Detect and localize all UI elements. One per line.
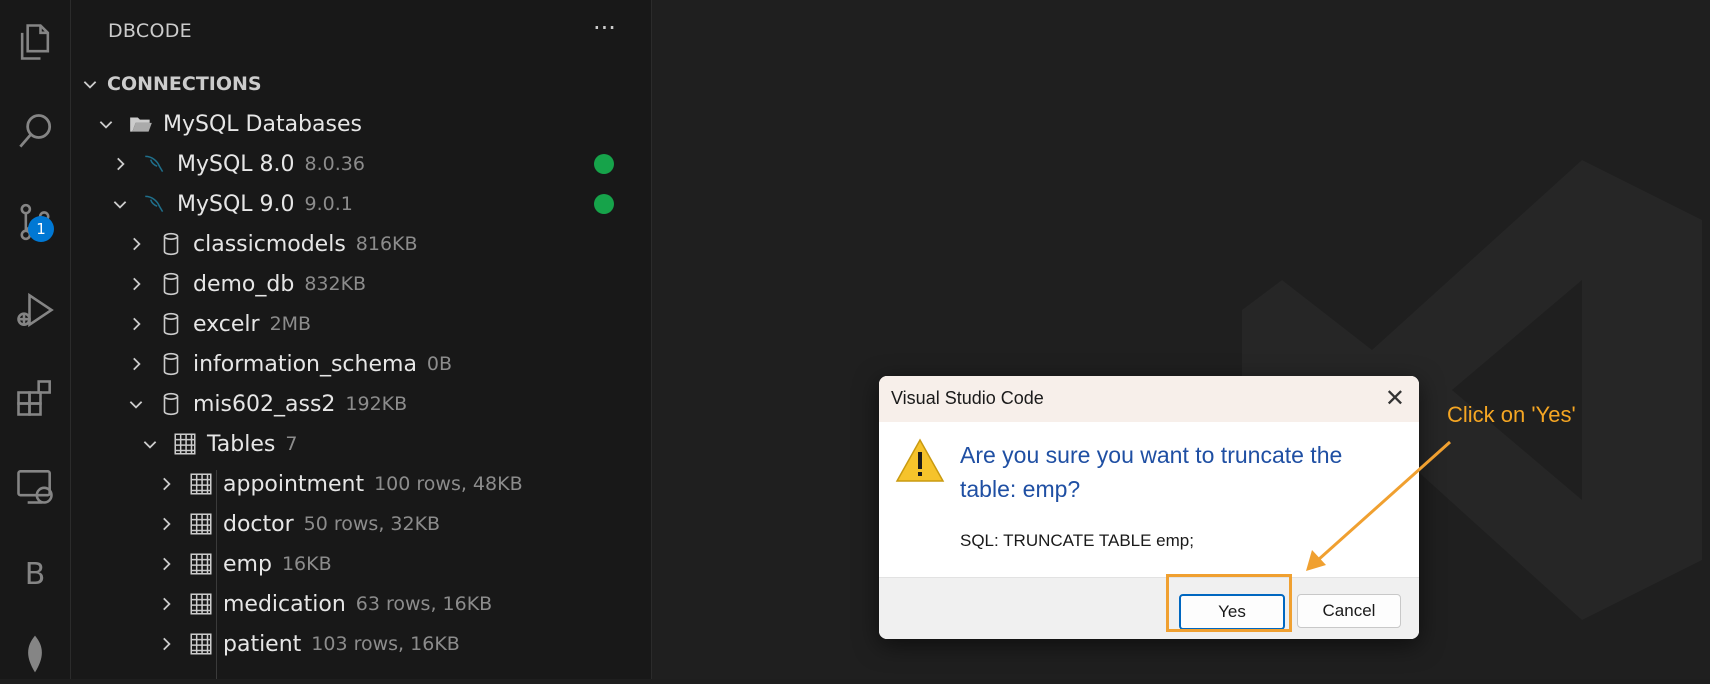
chevron-right-icon (155, 553, 177, 575)
database-item[interactable]: demo_db 832KB (71, 264, 705, 304)
table-grid-icon (185, 630, 217, 658)
chevron-down-icon (125, 393, 147, 415)
search-icon[interactable] (0, 102, 70, 162)
table-item[interactable]: medication 63 rows, 16KB (71, 584, 735, 624)
table-grid-icon (185, 510, 217, 538)
chevron-down-icon (139, 433, 161, 455)
database-icon (155, 390, 187, 418)
database-icon (155, 230, 187, 258)
annotation-callout: Click on 'Yes' (1447, 402, 1576, 427)
chevron-right-icon (125, 353, 147, 375)
chevron-right-icon (125, 313, 147, 335)
folder-open-icon (125, 110, 157, 138)
table-grid-icon (185, 590, 217, 618)
yes-button-highlight (1166, 574, 1292, 632)
database-item[interactable]: mis602_ass2 192KB (71, 384, 705, 424)
chevron-right-icon (155, 473, 177, 495)
explorer-icon[interactable] (0, 12, 70, 72)
chevron-right-icon (125, 273, 147, 295)
leaf-icon[interactable] (0, 624, 70, 684)
more-actions-icon[interactable]: ··· (593, 14, 616, 42)
mysql-dolphin-icon (139, 190, 171, 218)
database-icon (155, 350, 187, 378)
database-icon (155, 310, 187, 338)
tree-indent-guide (216, 470, 217, 679)
cancel-button[interactable]: Cancel (1297, 594, 1401, 628)
chevron-right-icon (125, 233, 147, 255)
chevron-down-icon (79, 73, 101, 95)
chevron-down-icon (95, 113, 117, 135)
connection-status-dot (594, 194, 614, 214)
database-item[interactable]: excelr 2MB (71, 304, 705, 344)
database-item[interactable]: classicmodels 816KB (71, 224, 705, 264)
sidebar-title: DBCODE (108, 20, 192, 42)
remote-explorer-icon[interactable] (0, 456, 70, 516)
connection-status-dot (594, 154, 614, 174)
dialog-sql: SQL: TRUNCATE TABLE emp; (960, 531, 1194, 550)
dialog-message: Are you sure you want to truncate the ta… (960, 442, 1343, 502)
tables-folder[interactable]: Tables 7 (71, 424, 719, 464)
table-item[interactable]: doctor 50 rows, 32KB (71, 504, 735, 544)
run-debug-icon[interactable] (0, 280, 70, 340)
dialog-footer: Yes Cancel (879, 577, 1419, 639)
chevron-down-icon (109, 193, 131, 215)
dialog-title: Visual Studio Code (891, 388, 1044, 408)
table-grid-icon (185, 550, 217, 578)
close-icon[interactable]: ✕ (1385, 384, 1405, 413)
table-grid-icon (185, 470, 217, 498)
mysql-dolphin-icon (139, 150, 171, 178)
table-item[interactable]: patient 103 rows, 16KB (71, 624, 735, 664)
scm-badge: 1 (28, 216, 54, 242)
table-item[interactable]: appointment 100 rows, 48KB (71, 464, 735, 504)
chevron-right-icon (155, 633, 177, 655)
source-control-icon[interactable]: 1 (0, 192, 70, 252)
chevron-right-icon (155, 593, 177, 615)
database-icon (155, 270, 187, 298)
confirm-dialog: Visual Studio Code ✕ Are you sure you wa… (879, 376, 1419, 639)
sidebar: DBCODE ··· CONNECTIONS MySQL Databases M… (71, 0, 652, 679)
table-item[interactable]: emp 16KB (71, 544, 735, 584)
b-icon[interactable]: B (0, 544, 70, 604)
chevron-right-icon (155, 513, 177, 535)
table-grid-icon (169, 430, 201, 458)
chevron-right-icon (109, 153, 131, 175)
database-item[interactable]: information_schema 0B (71, 344, 705, 384)
connections-label: CONNECTIONS (107, 73, 262, 95)
extensions-icon[interactable] (0, 368, 70, 428)
mysql-databases-group[interactable]: MySQL Databases (71, 104, 675, 144)
warning-icon (895, 438, 945, 482)
activity-bar: 1 B (0, 0, 71, 679)
dialog-titlebar: Visual Studio Code ✕ (879, 376, 1419, 422)
connections-section-header[interactable]: CONNECTIONS (71, 64, 659, 104)
